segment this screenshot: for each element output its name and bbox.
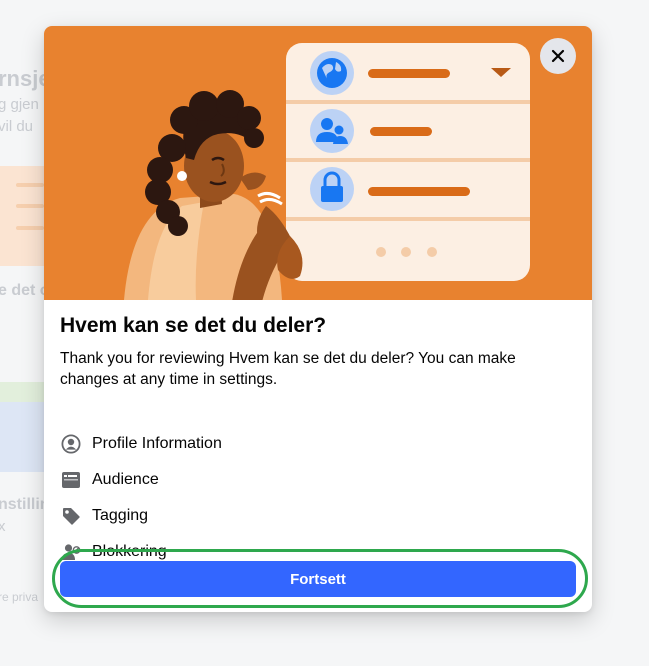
bg-card-illustration: [0, 402, 44, 472]
dialog-title: Hvem kan se det du deler?: [60, 314, 327, 337]
close-icon: [551, 49, 565, 63]
summary-item-tagging: Tagging: [60, 502, 576, 530]
bg-heading-fragment: rnsje: [0, 66, 51, 91]
bg-line: [16, 183, 44, 187]
bg-card-title-fragment: nstillin: [0, 496, 50, 513]
bg-line: [16, 204, 44, 208]
bg-text-fragment: vil du: [0, 118, 34, 135]
audience-card-icon: [60, 469, 82, 491]
bg-line: [16, 226, 44, 230]
bg-text-fragment: g gjen: [0, 96, 39, 113]
profile-circle-icon: [60, 433, 82, 455]
continue-button[interactable]: Fortsett: [60, 561, 576, 597]
summary-item-label: Tagging: [92, 507, 149, 524]
summary-item-profile-information: Profile Information: [60, 430, 576, 458]
bg-card-title-fragment: e det o: [0, 282, 50, 299]
bg-card-illustration: [0, 166, 44, 266]
dialog-description: Thank you for reviewing Hvem kan se det …: [60, 350, 516, 388]
summary-item-label: Audience: [92, 471, 159, 488]
summary-item-label: Profile Information: [92, 435, 222, 452]
close-button[interactable]: [540, 38, 576, 74]
bg-footer-fragment: re priva: [0, 590, 39, 604]
privacy-checkup-dialog: Hvem kan se det du deler? Thank you for …: [44, 26, 592, 612]
tag-icon: [60, 505, 82, 527]
bg-card-illustration: [0, 382, 44, 402]
summary-item-audience: Audience: [60, 466, 576, 494]
privacy-illustration: [124, 43, 530, 300]
bg-text-fragment: x: [0, 518, 6, 535]
hero-illustration: [44, 26, 592, 300]
